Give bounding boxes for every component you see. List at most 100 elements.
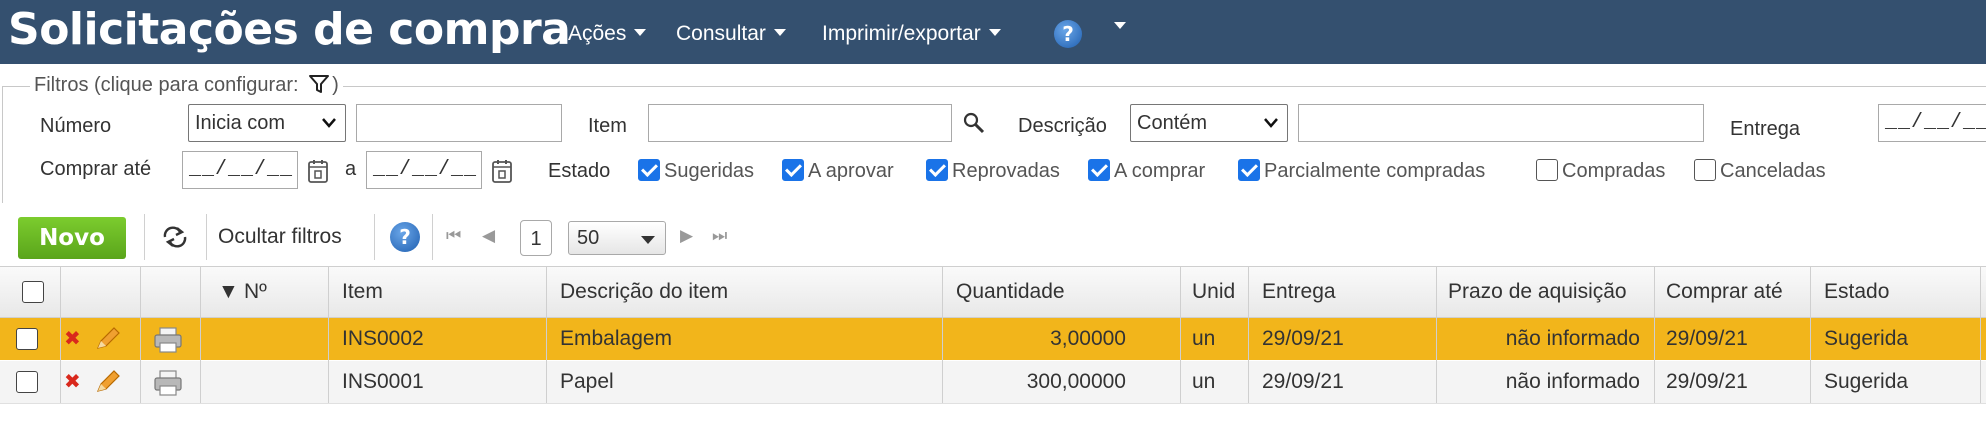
printer-icon[interactable]	[152, 369, 184, 397]
col-estado[interactable]: Estado	[1824, 267, 1889, 317]
checkbox-checked[interactable]	[1238, 158, 1260, 181]
toolbar-divider	[206, 214, 207, 260]
menu-acoes-label: Ações	[568, 22, 627, 45]
column-divider	[1248, 266, 1249, 404]
page-number-input[interactable]: 1	[520, 220, 552, 256]
help-icon[interactable]: ?	[1054, 20, 1082, 48]
col-quantidade[interactable]: Quantidade	[956, 267, 1065, 317]
checkbox-unchecked[interactable]	[1694, 158, 1716, 181]
entrega-from-input[interactable]: __/__/__	[1878, 104, 1986, 142]
per-page-value: 50	[577, 227, 600, 249]
cell-comprar-ate: 29/09/21	[1666, 370, 1748, 393]
column-divider	[546, 266, 547, 404]
menu-imprimir-label: Imprimir/exportar	[822, 22, 981, 45]
numero-input[interactable]	[356, 104, 562, 142]
cell-descricao: Papel	[560, 370, 614, 393]
comprar-ate-from-input[interactable]: __/__/__	[182, 151, 298, 189]
menu-acoes[interactable]: Ações	[568, 22, 647, 46]
item-input[interactable]	[648, 104, 952, 142]
table-row[interactable]: ✖ INS0001 Papel 300,00000 un 29/09/21 nã…	[0, 361, 1986, 403]
checkbox-checked[interactable]	[638, 158, 660, 181]
table-row[interactable]: ✖ INS0002 Embalagem 3,00000 un 29/09/21 …	[0, 318, 1986, 360]
menu-imprimir-exportar[interactable]: Imprimir/exportar	[822, 22, 1001, 46]
col-entrega[interactable]: Entrega	[1262, 267, 1336, 317]
estado-sugeridas[interactable]: Sugeridas	[638, 158, 755, 183]
menu-consultar[interactable]: Consultar	[676, 22, 786, 46]
item-label: Item	[588, 115, 627, 137]
chevron-down-icon	[641, 236, 655, 244]
sort-desc-icon[interactable]: ▼	[218, 267, 239, 317]
comprar-ate-to-input[interactable]: __/__/__	[366, 151, 482, 189]
menu-consultar-label: Consultar	[676, 22, 766, 45]
delete-icon[interactable]: ✖	[64, 369, 81, 394]
col-comprar-ate[interactable]: Comprar até	[1666, 267, 1783, 317]
search-icon[interactable]	[962, 111, 986, 135]
estado-parcialmente-label: Parcialmente compradas	[1264, 160, 1486, 182]
estado-a-comprar-label: A comprar	[1114, 160, 1206, 182]
new-button[interactable]: Novo	[18, 217, 126, 259]
previous-page-icon[interactable]: ◀	[482, 226, 495, 246]
numero-mode-value: Inicia com	[195, 112, 286, 134]
descricao-input[interactable]	[1298, 104, 1704, 142]
delete-icon[interactable]: ✖	[64, 326, 81, 351]
checkbox-checked[interactable]	[926, 158, 948, 181]
estado-reprovadas[interactable]: Reprovadas	[926, 158, 1060, 183]
refresh-icon[interactable]	[160, 224, 190, 250]
cell-item: INS0001	[342, 370, 424, 393]
printer-icon[interactable]	[152, 326, 184, 354]
hide-filters-button[interactable]: Ocultar filtros	[218, 225, 342, 249]
cell-quantidade: 300,00000	[1026, 370, 1126, 393]
numero-mode-select[interactable]: Inicia com	[188, 104, 346, 142]
estado-reprovadas-label: Reprovadas	[952, 160, 1060, 182]
estado-a-aprovar[interactable]: A aprovar	[782, 158, 894, 183]
row-checkbox[interactable]	[16, 328, 38, 350]
cell-prazo: não informado	[1505, 327, 1640, 350]
help-icon[interactable]: ?	[390, 222, 420, 252]
cell-estado: Sugerida	[1824, 370, 1909, 393]
checkbox-checked[interactable]	[782, 158, 804, 181]
cell-unid: un	[1192, 370, 1216, 393]
chevron-down-icon	[773, 28, 786, 36]
page-title: Solicitações de compra	[8, 4, 571, 55]
next-page-icon[interactable]: ▶	[680, 226, 693, 246]
descricao-mode-select[interactable]: Contém	[1130, 104, 1288, 142]
per-page-select[interactable]: 50	[568, 221, 666, 255]
estado-parcialmente-compradas[interactable]: Parcialmente compradas	[1238, 158, 1486, 183]
column-divider	[328, 266, 329, 404]
estado-compradas[interactable]: Compradas	[1536, 158, 1665, 183]
col-descricao[interactable]: Descrição do item	[560, 267, 728, 317]
col-item[interactable]: Item	[342, 267, 383, 317]
filters-legend-text: Filtros (clique para configurar:	[34, 74, 299, 96]
estado-canceladas[interactable]: Canceladas	[1694, 158, 1826, 183]
checkbox-unchecked[interactable]	[1536, 158, 1558, 181]
col-numero[interactable]: Nº	[244, 267, 267, 317]
cell-prazo: não informado	[1505, 370, 1640, 393]
first-page-icon[interactable]: ⏮	[446, 226, 461, 246]
column-divider	[942, 266, 943, 404]
funnel-icon[interactable]	[308, 73, 330, 95]
filters-legend[interactable]: Filtros (clique para configurar: )	[30, 74, 343, 97]
cell-descricao: Embalagem	[560, 327, 673, 350]
calendar-icon[interactable]	[306, 158, 330, 184]
last-page-icon[interactable]: ⏭	[712, 226, 727, 246]
app-header: Solicitações de compra Ações Consultar I…	[0, 0, 1986, 64]
select-all-checkbox[interactable]	[22, 281, 44, 303]
calendar-icon[interactable]	[490, 158, 514, 184]
chevron-down-icon[interactable]	[1114, 22, 1126, 29]
col-prazo[interactable]: Prazo de aquisição	[1448, 267, 1627, 317]
edit-pencil-icon[interactable]	[94, 369, 122, 395]
chevron-down-icon	[634, 28, 647, 36]
col-unid[interactable]: Unid	[1192, 267, 1235, 317]
column-divider	[140, 266, 141, 404]
chevron-down-icon	[988, 28, 1001, 36]
edit-pencil-icon[interactable]	[94, 326, 122, 352]
estado-sugeridas-label: Sugeridas	[664, 160, 755, 182]
checkbox-checked[interactable]	[1088, 158, 1110, 181]
column-divider	[1180, 266, 1181, 404]
column-divider	[1654, 266, 1655, 404]
estado-a-comprar[interactable]: A comprar	[1088, 158, 1206, 183]
cell-item: INS0002	[342, 327, 424, 350]
entrega-label: Entrega	[1730, 118, 1801, 140]
row-checkbox[interactable]	[16, 371, 38, 393]
estado-label: Estado	[548, 160, 611, 182]
